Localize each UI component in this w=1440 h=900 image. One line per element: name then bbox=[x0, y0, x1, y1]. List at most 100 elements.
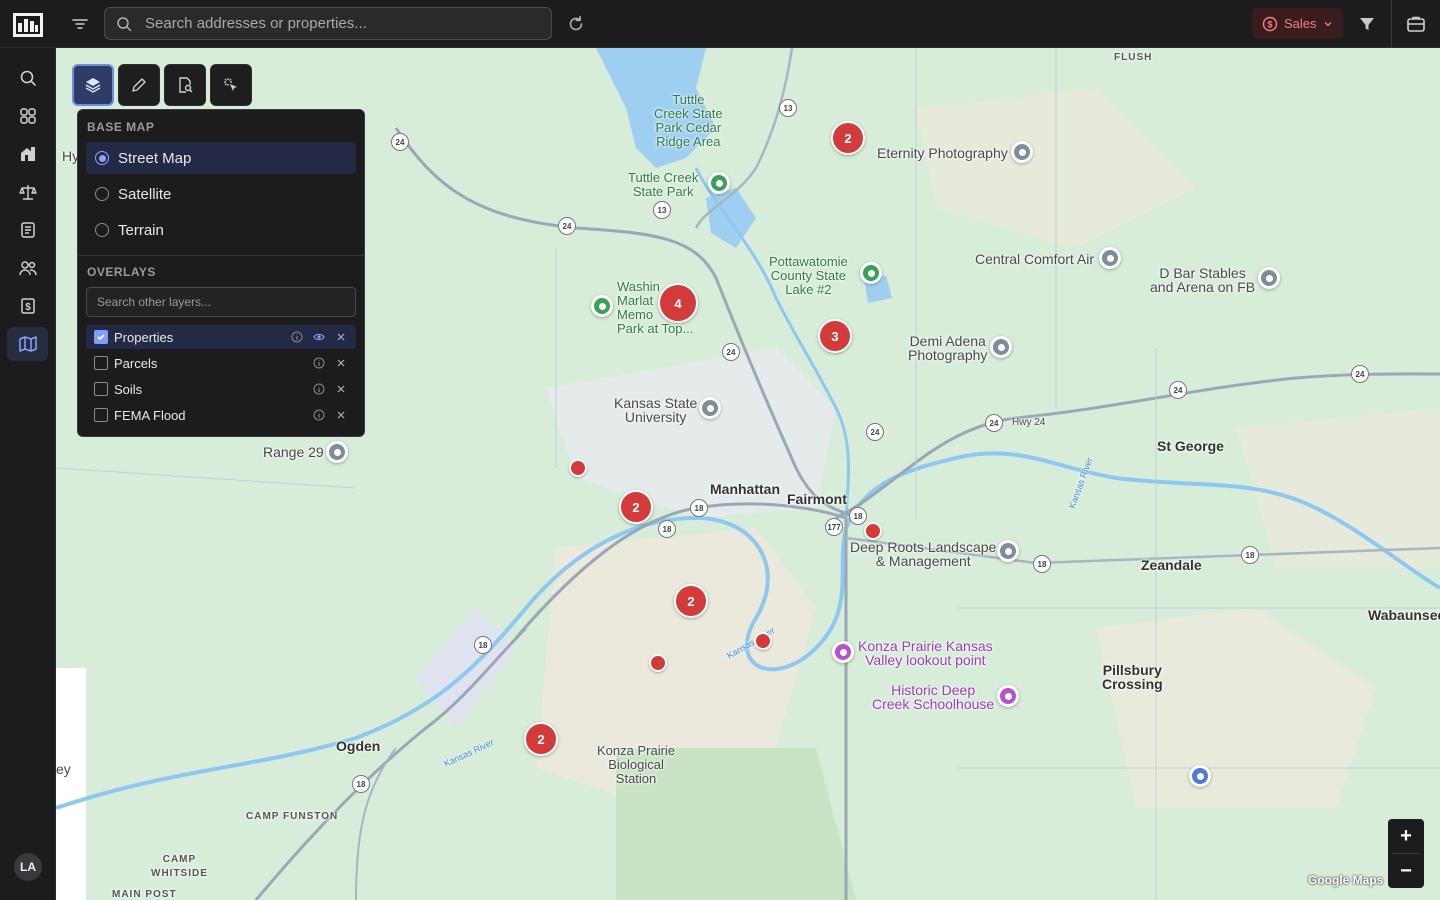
nav-dashboard[interactable] bbox=[7, 99, 48, 133]
poi-marker-icon[interactable] bbox=[326, 441, 348, 463]
info-icon[interactable] bbox=[290, 330, 304, 344]
poi-marker-icon[interactable] bbox=[1099, 247, 1121, 269]
nav-map[interactable] bbox=[7, 327, 48, 361]
route-shield: 24 bbox=[1169, 381, 1187, 399]
base-map-option-terrain[interactable]: Terrain bbox=[86, 214, 356, 246]
nav-properties[interactable] bbox=[7, 137, 48, 171]
overlay-checkbox[interactable] bbox=[94, 330, 108, 344]
property-marker[interactable] bbox=[754, 632, 772, 650]
route-shield: 18 bbox=[849, 507, 867, 525]
layers-tool-button[interactable] bbox=[72, 64, 114, 106]
nav-contacts[interactable] bbox=[7, 251, 48, 285]
poi-label-central-comfort-air: Central Comfort Air bbox=[975, 251, 1095, 267]
property-marker[interactable] bbox=[649, 654, 667, 672]
map-attribution: Google Maps bbox=[1308, 873, 1384, 887]
poi-marker-icon[interactable] bbox=[1258, 267, 1280, 289]
poi-label-deep-roots: Deep Roots Landscape & Management bbox=[850, 539, 997, 569]
poi-label-kansas-state-university: Kansas State University bbox=[614, 395, 698, 425]
sales-mode-dropdown[interactable]: $ Sales bbox=[1252, 8, 1343, 39]
landmark-marker-icon[interactable] bbox=[997, 685, 1019, 707]
remove-layer-close-icon[interactable] bbox=[334, 382, 348, 396]
place-camp-whitside: CAMP WHITSIDE bbox=[151, 854, 208, 879]
funnel-filter-icon[interactable] bbox=[1357, 14, 1377, 34]
property-cluster-marker[interactable]: 2 bbox=[831, 121, 865, 155]
layers-icon bbox=[85, 78, 101, 93]
search-box[interactable] bbox=[104, 7, 552, 40]
route-shield: 18 bbox=[352, 775, 370, 793]
info-icon[interactable] bbox=[312, 382, 326, 396]
nav-legal[interactable] bbox=[7, 175, 48, 209]
airport-marker-icon[interactable] bbox=[1189, 765, 1211, 787]
place-ogden: Ogden bbox=[336, 738, 381, 754]
remove-layer-close-icon[interactable] bbox=[334, 330, 348, 344]
briefcase-icon[interactable] bbox=[1405, 13, 1427, 35]
property-cluster-marker[interactable]: 2 bbox=[674, 584, 708, 618]
map-icon bbox=[18, 336, 37, 352]
base-map-option-satellite[interactable]: Satellite bbox=[86, 178, 356, 210]
route-shield: 24 bbox=[722, 343, 740, 361]
property-marker[interactable] bbox=[569, 459, 587, 477]
svg-text:$: $ bbox=[1267, 19, 1272, 29]
poi-label-eternity-photography: Eternity Photography bbox=[877, 145, 1008, 161]
base-map-option-street[interactable]: Street Map bbox=[86, 142, 356, 174]
select-tool-button[interactable] bbox=[210, 64, 252, 106]
receipt-dollar-icon: $ bbox=[20, 298, 35, 314]
zoom-out-button[interactable]: − bbox=[1388, 854, 1424, 888]
filter-list-icon[interactable] bbox=[70, 14, 90, 34]
university-marker-icon[interactable] bbox=[699, 397, 721, 419]
layer-search-input[interactable] bbox=[86, 287, 356, 317]
property-marker[interactable] bbox=[864, 522, 882, 540]
overlay-checkbox[interactable] bbox=[94, 382, 108, 396]
base-map-option-label: Street Map bbox=[118, 149, 192, 167]
route-shield: 18 bbox=[1241, 546, 1259, 564]
info-icon[interactable] bbox=[312, 408, 326, 422]
radio-icon bbox=[95, 187, 109, 201]
overlay-checkbox[interactable] bbox=[94, 408, 108, 422]
sales-label: Sales bbox=[1284, 16, 1317, 31]
base-map-option-label: Terrain bbox=[118, 221, 164, 239]
place-flush: FLUSH bbox=[1114, 52, 1153, 63]
remove-layer-close-icon[interactable] bbox=[334, 356, 348, 370]
overlay-name: Properties bbox=[114, 329, 174, 345]
panel-divider bbox=[78, 255, 364, 256]
poi-marker-icon[interactable] bbox=[997, 540, 1019, 562]
app-logo-icon[interactable] bbox=[12, 11, 44, 39]
info-icon[interactable] bbox=[312, 356, 326, 370]
base-map-heading: BASE MAP bbox=[87, 120, 155, 134]
poi-marker-icon[interactable] bbox=[990, 336, 1012, 358]
nav-documents[interactable] bbox=[7, 213, 48, 247]
property-cluster-marker[interactable]: 2 bbox=[619, 490, 653, 524]
park-marker-icon[interactable] bbox=[708, 172, 730, 194]
topbar-divider bbox=[1391, 0, 1392, 48]
refresh-icon[interactable] bbox=[566, 14, 586, 34]
place-st-george: St George bbox=[1157, 438, 1224, 454]
remove-layer-close-icon[interactable] bbox=[334, 408, 348, 422]
poi-label-tuttle-creek-state-park: Tuttle Creek State Park bbox=[628, 170, 699, 199]
poi-label-pottawatomie-lake: Pottawatomie County State Lake #2 bbox=[769, 254, 848, 297]
poi-label-konza-station: Konza Prairie Biological Station bbox=[597, 743, 676, 786]
property-cluster-marker[interactable]: 3 bbox=[818, 319, 852, 353]
overlay-checkbox[interactable] bbox=[94, 356, 108, 370]
nav-search[interactable] bbox=[7, 61, 48, 95]
checkmark-icon bbox=[97, 334, 105, 341]
search-input[interactable] bbox=[145, 8, 545, 39]
park-marker-icon[interactable] bbox=[591, 295, 613, 317]
route-shield: 13 bbox=[779, 99, 797, 117]
area-search-tool-button[interactable] bbox=[164, 64, 206, 106]
route-shield: 18 bbox=[690, 499, 708, 517]
map-toolbar bbox=[72, 64, 252, 106]
property-cluster-marker[interactable]: 4 bbox=[658, 283, 698, 323]
zoom-in-button[interactable]: + bbox=[1388, 819, 1424, 853]
poi-label-demi-adena: Demi Adena Photography bbox=[908, 333, 988, 363]
draw-tool-button[interactable] bbox=[118, 64, 160, 106]
user-avatar[interactable]: LA bbox=[14, 853, 42, 881]
park-marker-icon[interactable] bbox=[860, 262, 882, 284]
document-icon bbox=[20, 222, 35, 238]
lookout-marker-icon[interactable] bbox=[832, 641, 854, 663]
nav-finance[interactable]: $ bbox=[7, 289, 48, 323]
search-icon bbox=[117, 17, 132, 32]
eye-visibility-icon[interactable] bbox=[312, 330, 326, 344]
property-cluster-marker[interactable]: 2 bbox=[524, 722, 558, 756]
poi-marker-icon[interactable] bbox=[1011, 141, 1033, 163]
route-shield: 13 bbox=[653, 201, 671, 219]
